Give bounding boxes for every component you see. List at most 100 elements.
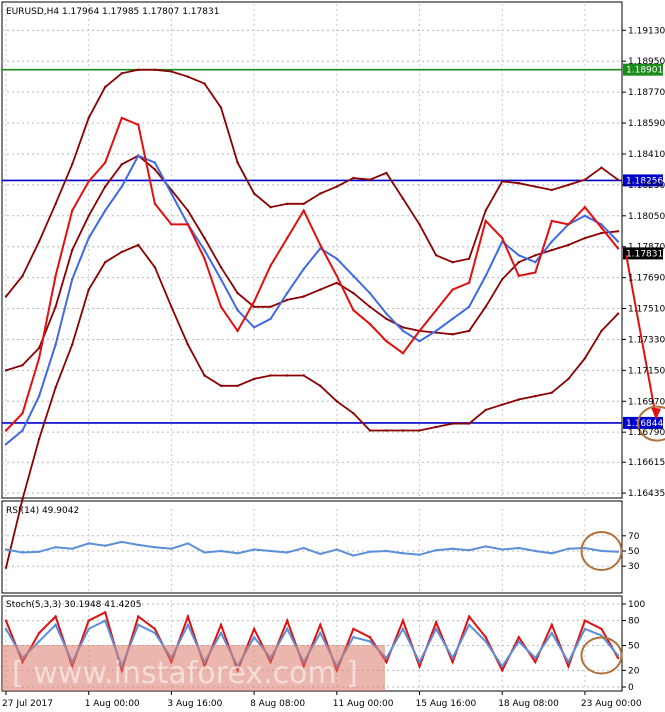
data-point	[319, 288, 322, 291]
rsi-panel	[1, 500, 623, 594]
data-point	[37, 240, 41, 243]
data-point	[4, 369, 8, 372]
data-point	[137, 623, 140, 626]
data-point	[600, 226, 603, 229]
data-point	[451, 660, 454, 664]
data-point	[401, 619, 405, 622]
data-point	[219, 278, 223, 281]
x-tick-label: 23 Aug 00:00	[581, 699, 642, 709]
data-point	[269, 305, 272, 308]
data-point	[252, 548, 256, 551]
data-point	[269, 206, 272, 209]
data-point	[236, 384, 239, 387]
data-point	[484, 636, 487, 639]
data-point	[286, 236, 289, 240]
data-point	[534, 254, 537, 257]
y-tick-label: 1.16435	[628, 489, 665, 499]
data-point	[451, 333, 454, 336]
y-tick-label: 100	[628, 600, 645, 610]
data-point	[600, 549, 603, 553]
data-point	[583, 214, 587, 217]
y-tick-label: 1.18770	[628, 88, 665, 98]
y-tick-label: 1.17150	[628, 366, 665, 376]
data-point	[501, 278, 504, 281]
data-point	[451, 317, 454, 320]
data-point	[302, 267, 305, 271]
data-point	[517, 640, 520, 643]
y-tick-label: 1.18590	[628, 119, 665, 129]
data-point	[252, 627, 256, 631]
data-point	[583, 236, 587, 240]
data-point	[467, 623, 471, 626]
data-point	[87, 236, 90, 240]
y-tick-label: 1.17330	[628, 335, 665, 345]
rsi-panel-title: RSI(14) 49.9042	[6, 506, 79, 516]
data-point	[120, 250, 124, 254]
data-point	[137, 154, 140, 157]
data-point	[567, 665, 570, 668]
data-point	[87, 214, 90, 217]
data-point	[286, 202, 289, 205]
y-tick-label: 1.16970	[628, 397, 665, 407]
data-point	[451, 422, 454, 425]
data-point	[467, 305, 471, 308]
data-point	[567, 243, 570, 247]
data-point	[319, 623, 322, 626]
data-point	[252, 192, 256, 195]
data-point	[236, 161, 239, 164]
data-point	[534, 394, 537, 398]
data-point	[467, 549, 471, 552]
data-point	[616, 240, 620, 243]
x-tick-label: 18 Aug 08:00	[498, 699, 559, 709]
data-point	[517, 398, 520, 401]
data-point	[368, 291, 372, 295]
data-point	[37, 640, 41, 643]
data-point	[319, 552, 322, 556]
data-point	[37, 437, 41, 441]
data-point	[4, 627, 8, 631]
data-point	[401, 552, 405, 555]
data-point	[385, 656, 388, 660]
x-tick-label: 3 Aug 16:00	[167, 699, 222, 709]
data-point	[600, 634, 603, 637]
data-point	[418, 340, 421, 343]
data-point	[269, 549, 272, 553]
data-point	[236, 291, 239, 295]
y-tick-label: 1.16790	[628, 428, 665, 438]
data-point	[203, 374, 206, 377]
data-point	[37, 631, 41, 635]
data-point	[104, 209, 107, 212]
data-point	[219, 631, 223, 635]
data-point	[252, 377, 256, 381]
data-point	[120, 72, 124, 75]
y-tick-label: 50	[628, 642, 640, 652]
data-point	[418, 665, 421, 668]
y-tick-label: 1.18230	[628, 181, 665, 191]
data-point	[302, 374, 305, 377]
data-point	[120, 540, 124, 544]
data-point	[219, 623, 223, 626]
data-point	[186, 623, 190, 626]
data-point	[600, 166, 603, 169]
y-tick-label: 50	[628, 547, 640, 557]
data-point	[467, 615, 471, 618]
y-tick-label: 1.19130	[628, 26, 665, 36]
data-point	[120, 185, 124, 188]
data-point	[286, 291, 289, 295]
data-point	[203, 551, 206, 554]
data-point	[352, 412, 355, 415]
data-point	[335, 281, 338, 284]
data-point	[219, 305, 223, 308]
data-point	[534, 656, 537, 660]
data-point	[286, 627, 289, 631]
data-point	[21, 429, 24, 432]
watermark: [ www.instaforex.com ]	[12, 656, 358, 691]
data-point	[120, 116, 124, 120]
data-point	[385, 340, 388, 343]
data-point	[203, 248, 206, 252]
data-point	[368, 640, 372, 643]
data-point	[104, 261, 107, 264]
data-point	[550, 631, 553, 635]
data-point	[21, 498, 24, 501]
data-point	[170, 305, 173, 308]
